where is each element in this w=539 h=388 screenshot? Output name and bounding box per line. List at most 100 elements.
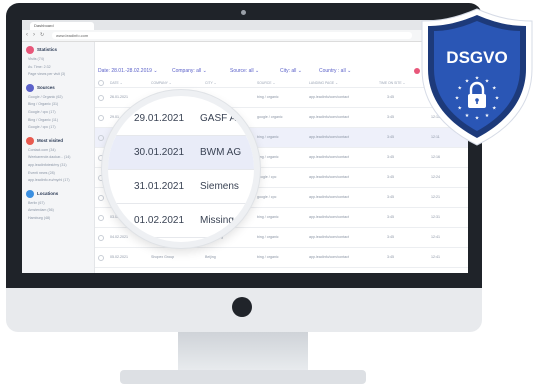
cell-source: bing / organic	[257, 235, 279, 239]
sidebar-item[interactable]: Bing / Organic (31)	[28, 102, 58, 106]
cell-page: app.leadinfo/com/contact	[309, 115, 349, 119]
cell-time: 3:45	[387, 255, 394, 259]
table-row[interactable]: 05.02.2021 Shopex Group Beijing bing / orga…	[95, 248, 468, 268]
header-landing-page[interactable]: LANDING PAGE ⌄	[309, 81, 338, 85]
row-checkbox[interactable]	[98, 235, 104, 241]
company-filter[interactable]: Company: all ⌄	[172, 68, 207, 74]
magnified-company: Missing	[200, 215, 234, 226]
dsgvo-label: DSGVO	[446, 48, 507, 67]
url-input[interactable]: www.leadinfo.com	[52, 32, 412, 39]
cell-source: bing / organic	[257, 155, 279, 159]
sidebar-item[interactable]: Berlin (67)	[28, 201, 45, 205]
sidebar-item[interactable]: Google / Organic (62)	[28, 95, 63, 99]
sidebar-item[interactable]: app.leadinfo.eu/my/nl (17)	[28, 178, 70, 182]
cell-pages: 12:24	[431, 175, 440, 179]
reload-icon[interactable]: ↻	[40, 32, 44, 39]
cell-source: google / cpc	[257, 175, 277, 179]
cell-page: app.leadinfo/com/contact	[309, 95, 349, 99]
date-filter[interactable]: Date: 28.01.-28.02.2019 ⌄	[98, 68, 158, 74]
magnified-date: 30.01.2021	[134, 147, 185, 158]
section-icon	[26, 46, 34, 54]
sidebar-item[interactable]: Google / cpc (17)	[28, 110, 56, 114]
cell-time: 3:45	[387, 215, 394, 219]
sidebar-item[interactable]: Eventi news (28)	[28, 171, 55, 175]
star-icon: ★	[485, 113, 490, 119]
cell-page: app.leadinfo/com/contact	[309, 135, 349, 139]
row-checkbox[interactable]	[98, 135, 104, 141]
sidebar-item[interactable]: Google / cpc (17)	[28, 125, 56, 129]
sidebar-section-title[interactable]: Sources	[37, 85, 55, 90]
cell-source: bing / organic	[257, 255, 279, 259]
sidebar-item[interactable]: Weekarende.daokar... (14)	[28, 155, 70, 159]
header-date[interactable]: DATE ⌄	[110, 81, 123, 85]
sidebar: Statistics Visits (74) Av. Time: 2:32 Page …	[22, 42, 95, 273]
sidebar-item[interactable]: Page views per visit (3)	[28, 72, 65, 76]
cell-pages: 12:16	[431, 155, 440, 159]
cell-pages: 12:21	[431, 195, 440, 199]
cell-page: app.leadinfo/com/contact	[309, 215, 349, 219]
magnified-company: BWM AG	[200, 147, 242, 158]
star-icon: ★	[465, 78, 470, 84]
star-icon: ★	[457, 86, 462, 92]
cell-page: app.leadinfo/com/contact	[309, 195, 349, 199]
cell-time: 3:45	[387, 155, 394, 159]
magnified-row: 30.01.2021 BWM AG	[108, 136, 254, 170]
cell-date: 05.02.2021	[110, 255, 128, 259]
magnified-date: 01.02.2021	[134, 215, 185, 226]
cell-city: Beijing	[205, 255, 216, 259]
forward-icon[interactable]: ›	[33, 32, 35, 39]
monitor-stand-base	[120, 370, 366, 384]
dsgvo-shield-icon: DSGVO ★ ★★★★★★★★★★★	[421, 8, 533, 146]
cell-time: 3:45	[387, 115, 394, 119]
browser-address-bar: ‹ › ↻ www.leadinfo.com	[22, 30, 468, 42]
select-all-checkbox[interactable]	[98, 80, 104, 86]
cell-time: 3:45	[387, 235, 394, 239]
row-checkbox[interactable]	[98, 95, 104, 101]
row-checkbox[interactable]	[98, 195, 104, 201]
header-city[interactable]: CITY ⌄	[205, 81, 216, 85]
section-icon	[26, 83, 34, 92]
sidebar-item[interactable]: Contact.com (34)	[28, 148, 56, 152]
star-icon: ★	[465, 113, 470, 119]
city-filter[interactable]: City: all ⌄	[280, 68, 302, 74]
browser-tab-bar: Dashboard	[22, 20, 468, 30]
sidebar-section-title[interactable]: Most visited	[37, 138, 63, 143]
sidebar-section-title[interactable]: Statistics	[37, 47, 57, 52]
cell-time: 3:45	[387, 95, 394, 99]
sidebar-section-title[interactable]: Locations	[37, 191, 58, 196]
star-icon: ★	[455, 96, 460, 102]
magnified-row: 29.01.2021 GASF AG	[108, 102, 254, 136]
table-header: DATE ⌄ COMPANY ⌄ CITY ⌄ SOURCE ⌄ LANDING…	[95, 79, 468, 88]
star-icon: ★	[475, 76, 480, 82]
magnified-date: 31.01.2021	[134, 181, 185, 192]
magnified-date: 29.01.2021	[134, 113, 185, 124]
cell-source: google / organic	[257, 115, 283, 119]
header-time[interactable]: TIME ON SITE ⌄	[379, 81, 405, 85]
browser-tab[interactable]: Dashboard	[30, 22, 94, 30]
sidebar-item[interactable]: app.leadinfotest/my (31)	[28, 163, 67, 167]
cell-page: app.leadinfo/com/contact	[309, 155, 349, 159]
header-source[interactable]: SOURCE ⌄	[257, 81, 275, 85]
star-icon: ★	[492, 106, 497, 112]
sidebar-item[interactable]: Visits (74)	[28, 57, 44, 61]
header-company[interactable]: COMPANY ⌄	[151, 81, 172, 85]
cell-source: bing / organic	[257, 215, 279, 219]
source-filter[interactable]: Source: all ⌄	[230, 68, 259, 74]
cell-source: bing / organic	[257, 135, 279, 139]
cell-time: 3:45	[387, 135, 394, 139]
row-checkbox[interactable]	[98, 255, 104, 261]
cell-page: app.leadinfo/com/contact	[309, 235, 349, 239]
sidebar-item[interactable]: Amsterdam (56)	[28, 208, 54, 212]
sidebar-item[interactable]: Hamburg (48)	[28, 216, 50, 220]
cell-source: google / cpc	[257, 195, 277, 199]
back-icon[interactable]: ‹	[26, 32, 28, 39]
cell-pages: 12:41	[431, 235, 440, 239]
country-filter[interactable]: Country : all ⌄	[319, 68, 351, 74]
sidebar-item[interactable]: Av. Time: 2:32	[28, 65, 51, 69]
cell-time: 3:45	[387, 195, 394, 199]
star-icon: ★	[492, 86, 497, 92]
row-checkbox[interactable]	[98, 215, 104, 221]
row-checkbox[interactable]	[98, 115, 104, 121]
webcam-dot	[241, 10, 246, 15]
sidebar-item[interactable]: Bing / Organic (11)	[28, 118, 58, 122]
